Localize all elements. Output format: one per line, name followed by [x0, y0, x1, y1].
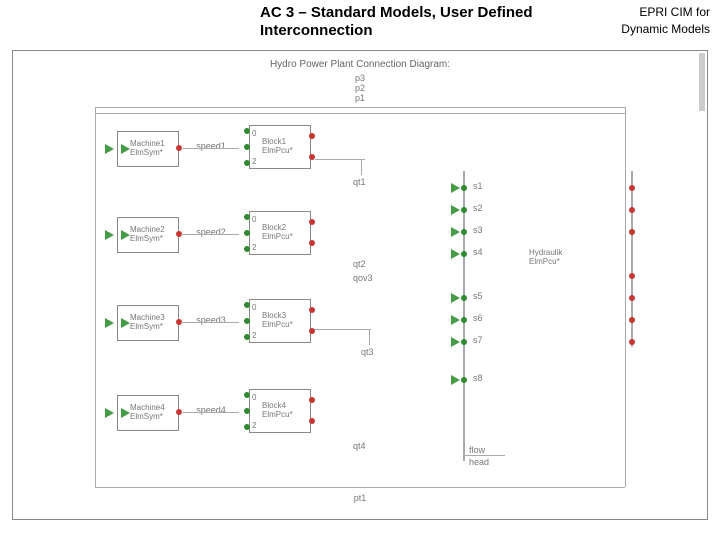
- block-2: 02 Block2ElmPcu*: [249, 211, 311, 255]
- label-qov3: qov3: [353, 273, 373, 283]
- label-flow: flow: [469, 445, 485, 455]
- s7: s7: [473, 335, 483, 345]
- s8: s8: [473, 373, 483, 383]
- arrow-icon: [451, 315, 460, 325]
- machine-3-label: Machine3: [130, 313, 165, 322]
- port-icon: [309, 133, 315, 139]
- arrow-icon: [121, 318, 130, 328]
- port-icon: [244, 302, 250, 308]
- s4: s4: [473, 247, 483, 257]
- block-4: 02 Block4ElmPcu*: [249, 389, 311, 433]
- block-3-label: Block3: [262, 311, 286, 320]
- arrow-icon: [121, 144, 130, 154]
- arrow-icon: [105, 230, 114, 240]
- block-3: 02 Block3ElmPcu*: [249, 299, 311, 343]
- port-icon: [244, 392, 250, 398]
- machine-4-sub: ElmSym*: [130, 412, 163, 421]
- block-1: 02 Block1ElmPcu*: [249, 125, 311, 169]
- port-icon: [244, 318, 250, 324]
- block-4-label: Block4: [262, 401, 286, 410]
- port-icon: [309, 397, 315, 403]
- hydraulic-block: Hydraulik ElmPcu*: [529, 249, 562, 267]
- speed4: speed4: [191, 405, 231, 415]
- label-p3: p3: [13, 73, 707, 83]
- machine-2-sub: ElmSym*: [130, 234, 163, 243]
- arrow-icon: [451, 337, 460, 347]
- port-icon: [244, 424, 250, 430]
- title-epri2: Dynamic Models: [621, 22, 710, 36]
- arrow-icon: [105, 144, 114, 154]
- s1: s1: [473, 181, 483, 191]
- title-sub: Interconnection: [260, 22, 373, 39]
- port-icon: [244, 408, 250, 414]
- speed1: speed1: [191, 141, 231, 151]
- arrow-icon: [451, 375, 460, 385]
- label-p2: p2: [13, 83, 707, 93]
- block-1-sub: ElmPcu*: [262, 146, 293, 155]
- label-pt1: pt1: [13, 493, 707, 503]
- header: AC 3 – Standard Models, User Defined EPR…: [260, 4, 710, 22]
- machine-2-label: Machine2: [130, 225, 165, 234]
- arrow-icon: [121, 230, 130, 240]
- label-qt3: qt3: [361, 347, 374, 357]
- port-icon: [309, 418, 315, 424]
- port-icon: [244, 246, 250, 252]
- arrow-icon: [451, 293, 460, 303]
- machine-3-sub: ElmSym*: [130, 322, 163, 331]
- port-icon: [309, 240, 315, 246]
- label-head: head: [469, 457, 489, 467]
- arrow-icon: [451, 183, 460, 193]
- block-2-label: Block2: [262, 223, 286, 232]
- title-epri: EPRI CIM for: [639, 5, 710, 19]
- hydraulic-label: Hydraulik: [529, 248, 562, 257]
- diagram-title: Hydro Power Plant Connection Diagram:: [13, 59, 707, 70]
- port-icon: [244, 230, 250, 236]
- signal-bus-left: [463, 171, 465, 461]
- speed3: speed3: [191, 315, 231, 325]
- arrow-icon: [451, 205, 460, 215]
- arrow-icon: [451, 249, 460, 259]
- diagram-frame: Hydro Power Plant Connection Diagram: p3…: [12, 50, 708, 520]
- machine-1-label: Machine1: [130, 139, 165, 148]
- label-p1: p1: [13, 93, 707, 103]
- machine-4-label: Machine4: [130, 403, 165, 412]
- port-icon: [244, 214, 250, 220]
- port-icon: [309, 307, 315, 313]
- s3: s3: [473, 225, 483, 235]
- port-icon: [244, 160, 250, 166]
- machine-1-sub: ElmSym*: [130, 148, 163, 157]
- label-qt2: qt2: [353, 259, 366, 269]
- port-icon: [244, 334, 250, 340]
- port-icon: [244, 128, 250, 134]
- title-main: AC 3 – Standard Models, User Defined: [260, 4, 533, 21]
- arrow-icon: [105, 408, 114, 418]
- arrow-icon: [105, 318, 114, 328]
- s2: s2: [473, 203, 483, 213]
- s6: s6: [473, 313, 483, 323]
- port-icon: [309, 219, 315, 225]
- label-qt1: qt1: [353, 177, 366, 187]
- block-4-sub: ElmPcu*: [262, 410, 293, 419]
- hydraulic-sub: ElmPcu*: [529, 257, 560, 266]
- block-1-label: Block1: [262, 137, 286, 146]
- block-2-sub: ElmPcu*: [262, 232, 293, 241]
- label-qt4: qt4: [353, 441, 366, 451]
- port-icon: [244, 144, 250, 150]
- block-3-sub: ElmPcu*: [262, 320, 293, 329]
- speed2: speed2: [191, 227, 231, 237]
- arrow-icon: [451, 227, 460, 237]
- arrow-icon: [121, 408, 130, 418]
- s5: s5: [473, 291, 483, 301]
